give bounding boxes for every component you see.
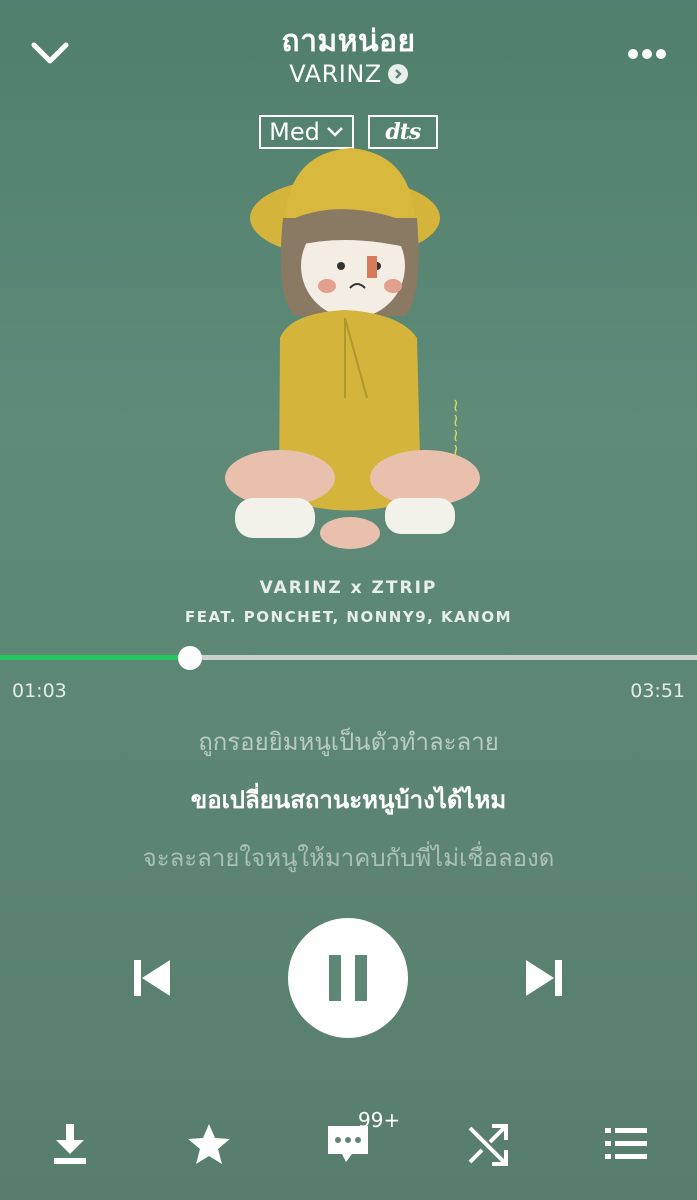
star-icon xyxy=(188,1124,230,1164)
shuffle-button[interactable] xyxy=(464,1120,512,1168)
download-icon xyxy=(54,1124,86,1164)
seek-bar-progress xyxy=(0,655,191,660)
playlist-icon xyxy=(605,1128,647,1159)
comment-count-badge: 99+ xyxy=(358,1108,401,1132)
svg-text:~~~~: ~~~~ xyxy=(445,398,466,458)
chevron-right-icon xyxy=(387,64,408,84)
lyric-previous-line[interactable]: ถูกรอยยิมหนูเป็นตัวทำละลาย xyxy=(0,722,697,761)
more-icon xyxy=(628,49,666,59)
playlist-button[interactable] xyxy=(602,1120,650,1168)
favorite-button[interactable] xyxy=(185,1120,233,1168)
seek-thumb[interactable] xyxy=(178,646,203,670)
pause-icon xyxy=(329,955,367,1001)
next-track-button[interactable] xyxy=(520,954,568,1002)
artwork-caption-credits: VARINZ x ZTRIP xyxy=(259,578,438,598)
song-title: ถามหน่อย xyxy=(281,24,416,59)
artwork-caption-featuring: FEAT. PONCHET, NONNY9, KANOM xyxy=(184,608,513,626)
skip-previous-icon xyxy=(134,960,170,996)
total-time: 03:51 xyxy=(630,680,685,702)
artist-name: VARINZ xyxy=(289,60,382,88)
more-options-button[interactable] xyxy=(623,30,671,78)
download-button[interactable] xyxy=(46,1120,94,1168)
album-artwork: ~~~~ xyxy=(225,148,480,549)
lyric-next-line[interactable]: จะละลายใจหนูให้มาคบกับพี่ไม่เชื่อลองด xyxy=(0,838,697,877)
lyric-current-line[interactable]: ขอเปลี่ยนสถานะหนูบ้างได้ไหม xyxy=(0,780,697,819)
seek-bar[interactable] xyxy=(0,655,697,660)
skip-next-icon xyxy=(526,960,562,996)
pause-button[interactable] xyxy=(288,918,408,1038)
chevron-down-icon xyxy=(326,127,343,137)
shuffle-icon xyxy=(468,1124,508,1166)
previous-track-button[interactable] xyxy=(128,954,176,1002)
current-time: 01:03 xyxy=(12,680,67,702)
artist-link[interactable]: VARINZ xyxy=(0,60,697,88)
